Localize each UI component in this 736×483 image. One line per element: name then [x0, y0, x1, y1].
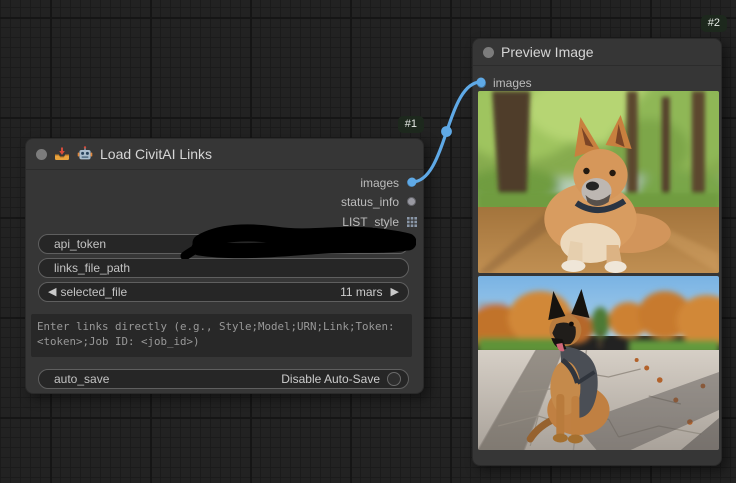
input-row-images: images	[477, 75, 532, 91]
preview-image-2	[478, 276, 719, 450]
grid-icon[interactable]	[407, 217, 417, 227]
collapse-dot[interactable]	[36, 149, 47, 160]
combo-prev-arrow-icon[interactable]: ◀	[48, 287, 56, 298]
node-title: Preview Image	[501, 44, 594, 60]
output-row-status-info: status_info	[26, 192, 423, 211]
auto-save-widget[interactable]: auto_save Disable Auto-Save	[38, 369, 409, 389]
output-row-images: images	[26, 173, 423, 192]
inbox-tray-icon	[54, 146, 70, 162]
input-port-images[interactable]	[477, 79, 486, 88]
preview-image-1	[478, 91, 719, 273]
node-preview-image[interactable]: #2 Preview Image images	[472, 38, 722, 466]
output-port-status-info[interactable]	[407, 197, 416, 206]
collapse-dot[interactable]	[483, 47, 494, 58]
output-label-status-info: status_info	[341, 195, 399, 209]
auto-save-toggle-knob[interactable]	[387, 372, 401, 386]
output-label-list-style: LIST_style	[342, 215, 399, 229]
auto-save-value: Disable Auto-Save	[281, 372, 380, 386]
combo-next-arrow-icon[interactable]: ▶	[391, 287, 399, 298]
selected-file-widget[interactable]: ◀ selected_file 11 mars ▶	[38, 282, 409, 302]
robot-icon	[77, 146, 93, 162]
selected-file-label: selected_file	[56, 285, 127, 299]
output-row-list-style: LIST_style	[26, 212, 423, 231]
selected-file-value: 11 mars	[340, 285, 382, 299]
api-token-label: api_token	[48, 237, 106, 251]
node-load-civitai-links[interactable]: #1 Load CivitAI Links i	[25, 138, 424, 394]
output-label-images: images	[360, 176, 399, 190]
links-file-path-label: links_file_path	[48, 261, 130, 275]
output-port-images[interactable]	[407, 178, 416, 187]
links-file-path-widget[interactable]: links_file_path	[38, 258, 409, 278]
node-canvas[interactable]: #1 Load CivitAI Links i	[0, 0, 736, 483]
auto-save-label: auto_save	[48, 372, 109, 386]
input-label-images: images	[493, 76, 532, 90]
node-title-bar[interactable]: Load CivitAI Links	[26, 139, 423, 170]
node-title: Load CivitAI Links	[100, 146, 212, 162]
links-text-input[interactable]: Enter links directly (e.g., Style;Model;…	[31, 314, 412, 357]
node-title-bar[interactable]: Preview Image	[473, 39, 721, 66]
node-number-badge: #1	[398, 116, 424, 133]
api-token-widget[interactable]: api_token	[38, 234, 409, 254]
link-midpoint-dot	[441, 126, 452, 137]
node-number-badge: #2	[701, 15, 727, 32]
